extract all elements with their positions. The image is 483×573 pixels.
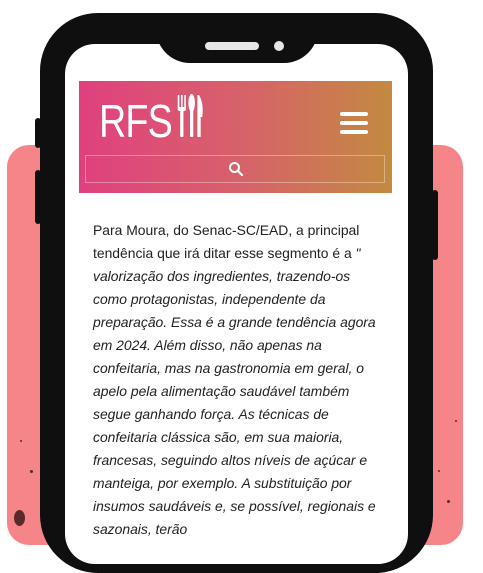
logo-text: RFS: [99, 95, 173, 147]
decorative-speck: [14, 510, 25, 526]
decorative-speck: [30, 470, 33, 473]
search-bar[interactable]: [85, 155, 385, 183]
article-quote: " valorização dos ingredientes, trazendo…: [93, 245, 376, 537]
phone-side-button: [432, 190, 438, 260]
site-header: RFS: [79, 81, 392, 193]
site-logo[interactable]: RFS: [99, 93, 206, 150]
article-body: Para Moura, do Senac-SC/EAD, a principal…: [93, 219, 385, 541]
phone-side-button: [35, 118, 41, 148]
article-intro: Para Moura, do Senac-SC/EAD, a principal…: [93, 222, 360, 261]
search-icon[interactable]: [228, 161, 244, 177]
phone-speaker: [205, 42, 259, 50]
decorative-speck: [438, 470, 440, 472]
utensils-icon: [175, 93, 206, 150]
decorative-speck: [20, 440, 22, 442]
phone-side-button: [35, 170, 41, 224]
phone-camera: [274, 41, 284, 51]
decorative-speck: [447, 500, 450, 503]
hamburger-menu-icon[interactable]: [340, 112, 368, 134]
decorative-speck: [455, 420, 457, 422]
phone-notch: [156, 13, 318, 63]
phone-screen: RFS Para Moura, do Senac-SC/EAD, a princ…: [65, 44, 408, 564]
